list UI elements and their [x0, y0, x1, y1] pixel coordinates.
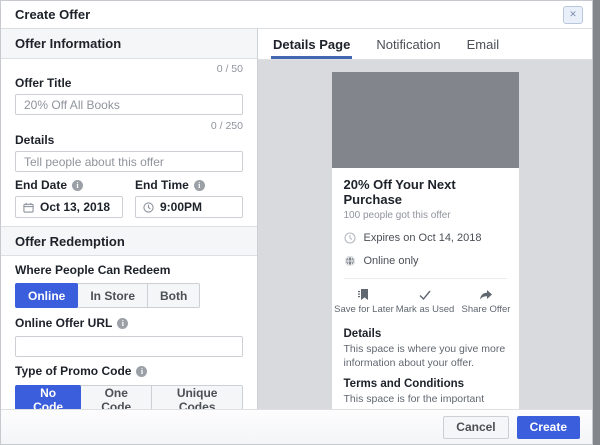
end-time-field[interactable]: 9:00PM: [135, 196, 243, 218]
availability-row: Online only: [344, 255, 507, 267]
offer-preview-card: 20% Off Your Next Purchase 100 people go…: [331, 72, 519, 409]
details-input[interactable]: [15, 151, 243, 172]
check-icon: [419, 290, 431, 301]
save-for-later-action: Save for Later: [334, 286, 395, 315]
preview-terms-heading: Terms and Conditions: [343, 378, 465, 391]
end-time-value: 9:00PM: [160, 200, 203, 214]
tab-details-page[interactable]: Details Page: [270, 29, 353, 59]
offer-information-form: 0 / 50 Offer Title 0 / 250 Details End D…: [1, 59, 257, 226]
share-offer-action: Share Offer: [456, 286, 517, 315]
offer-redemption-form: Where People Can Redeem Online In Store …: [1, 256, 257, 409]
section-offer-information: Offer Information: [1, 29, 257, 59]
details-counter: 0 / 250: [210, 120, 243, 132]
preview-details-heading: Details: [343, 328, 382, 340]
clock-icon: [343, 232, 356, 244]
offer-preview-subtitle: 100 people got this offer: [343, 210, 451, 221]
promo-segmented-control: No Code One Code Unique Codes: [15, 385, 243, 409]
offer-title-label: Offer Title: [15, 76, 72, 90]
preview-terms-body: This space is for the important rules an…: [343, 393, 498, 409]
details-label: Details: [15, 133, 55, 147]
offer-preview-title: 20% Off Your Next Purchase: [343, 177, 456, 207]
preview-tabs: Details Page Notification Email: [258, 29, 592, 60]
info-icon[interactable]: i: [136, 366, 148, 377]
close-icon[interactable]: ✕: [563, 5, 583, 24]
online-url-input[interactable]: [15, 336, 243, 357]
clock-icon: [143, 201, 154, 213]
dialog-titlebar: Create Offer ✕: [1, 1, 592, 29]
create-button[interactable]: Create: [516, 415, 580, 439]
redeem-option-in-store[interactable]: In Store: [77, 283, 149, 308]
end-date-field[interactable]: Oct 13, 2018: [15, 196, 123, 218]
dialog-title: Create Offer: [15, 7, 91, 22]
redeem-label: Where People Can Redeem: [15, 263, 171, 277]
info-icon[interactable]: i: [117, 318, 129, 329]
preview-area: 20% Off Your Next Purchase 100 people go…: [258, 60, 592, 409]
globe-icon: [344, 256, 355, 266]
online-url-label: Online Offer URL i: [15, 317, 243, 330]
offer-title-counter: 0 / 50: [216, 63, 243, 75]
end-date-value: Oct 13, 2018: [40, 200, 111, 214]
bookmark-icon: [358, 289, 368, 300]
redeem-option-online[interactable]: Online: [15, 283, 79, 308]
offer-image-placeholder: [331, 72, 519, 168]
end-date-label: End Date i: [15, 178, 123, 192]
offer-form-panel: Offer Information 0 / 50 Offer Title 0 /…: [1, 29, 258, 409]
mark-as-used-action: Mark as Used: [395, 286, 456, 315]
preview-details-section: Details This space is where you give mor…: [332, 320, 519, 370]
page-edge-scrollbar: [593, 0, 600, 445]
offer-title-input[interactable]: [15, 94, 243, 115]
section-offer-redemption: Offer Redemption: [1, 226, 257, 256]
promo-label: Type of Promo Code i: [15, 365, 243, 378]
share-icon: [480, 290, 492, 300]
end-time-label: End Time i: [135, 178, 243, 192]
expires-row: Expires on Oct 14, 2018: [343, 232, 507, 244]
dialog-footer: Cancel Create: [1, 409, 592, 444]
promo-option-one-code[interactable]: One Code: [80, 385, 153, 409]
redeem-segmented-control: Online In Store Both: [15, 283, 201, 308]
promo-option-unique-codes[interactable]: Unique Codes: [151, 385, 243, 409]
calendar-icon: [23, 202, 34, 213]
info-icon[interactable]: i: [193, 179, 205, 191]
promo-option-no-code[interactable]: No Code: [15, 385, 82, 409]
redeem-option-both[interactable]: Both: [147, 283, 201, 308]
info-icon[interactable]: i: [72, 179, 84, 191]
preview-terms-section: Terms and Conditions This space is for t…: [332, 370, 519, 409]
tab-notification[interactable]: Notification: [376, 29, 440, 59]
create-offer-dialog: Create Offer ✕ Offer Information 0 / 50 …: [0, 0, 593, 445]
tab-email[interactable]: Email: [467, 29, 500, 59]
preview-panel: Details Page Notification Email 20% Off …: [258, 29, 592, 409]
card-actions: Save for Later Mark as Used Share Offer: [332, 279, 519, 320]
preview-details-body: This space is where you give more inform…: [343, 343, 506, 370]
cancel-button[interactable]: Cancel: [443, 415, 509, 439]
